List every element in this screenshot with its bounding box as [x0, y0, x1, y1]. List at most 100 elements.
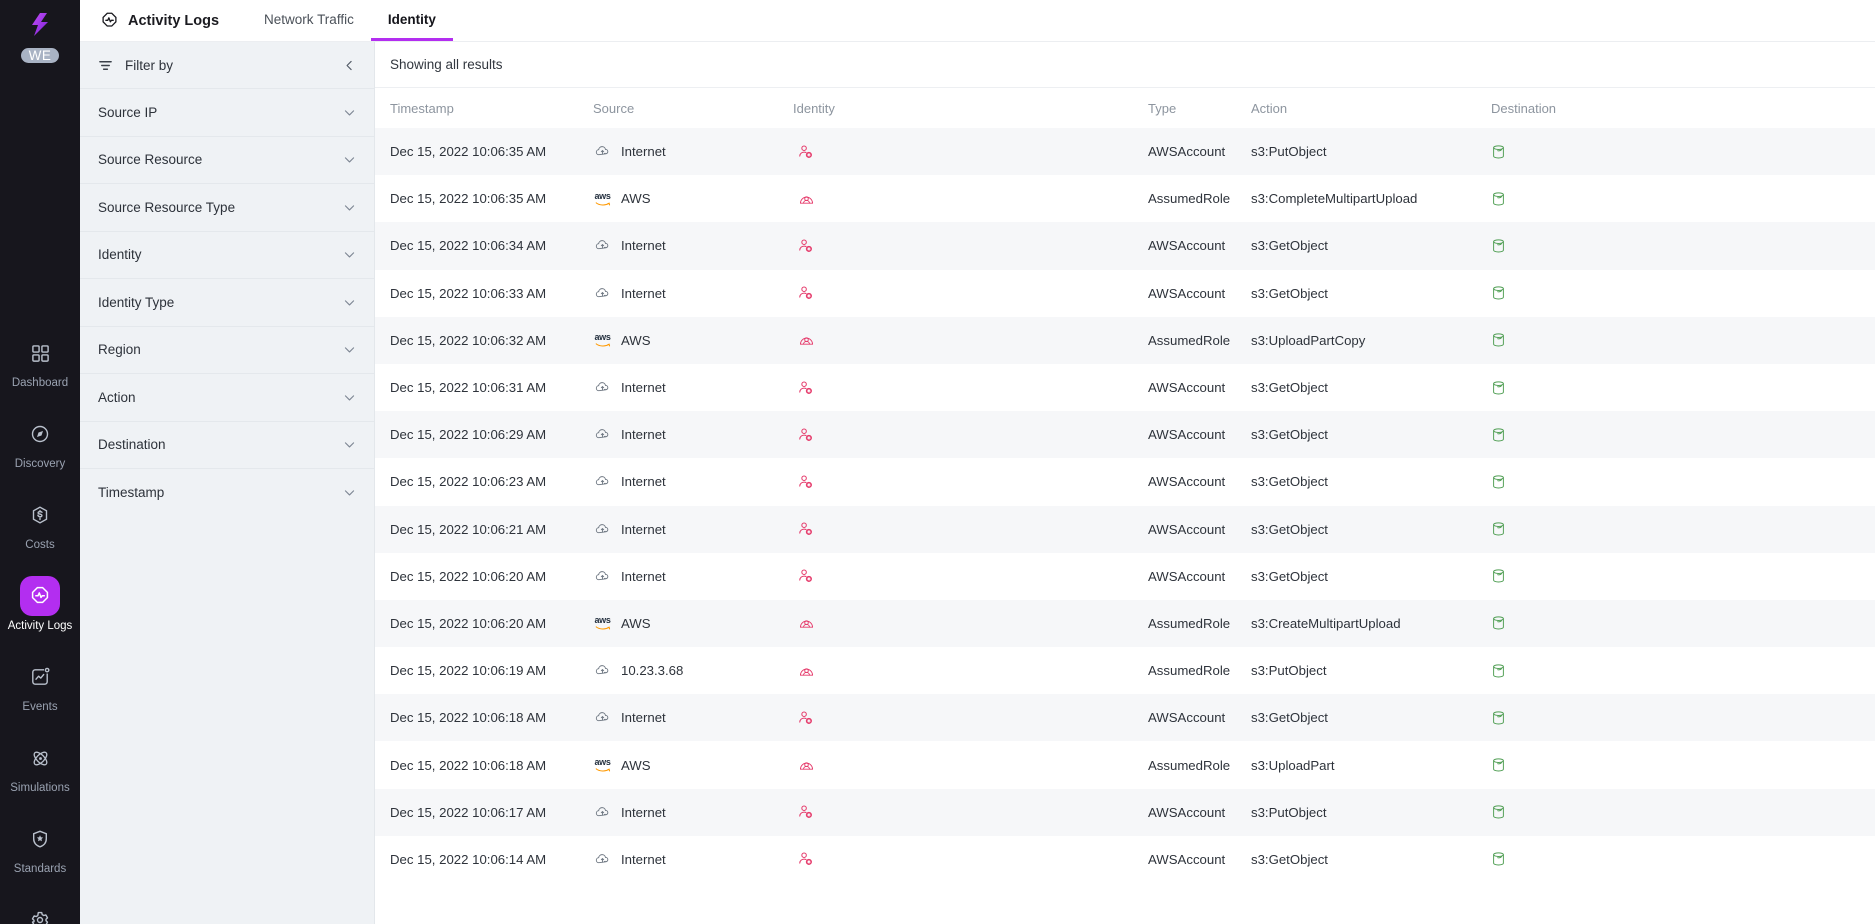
table-row[interactable]: Dec 15, 2022 10:06:20 AM aws AWS AssumedRol…: [375, 599, 1875, 648]
cell-destination: [1491, 238, 1791, 254]
sidebar-label: Dashboard: [11, 377, 69, 389]
cell-action: s3:PutObject: [1251, 663, 1327, 679]
cell-source: Internet: [593, 569, 793, 584]
s3-bucket-icon: [1491, 757, 1506, 773]
activity-icon: [20, 576, 60, 616]
cell-action: s3:GetObject: [1251, 851, 1328, 867]
tab-network-traffic[interactable]: Network Traffic: [247, 0, 371, 41]
sidebar-item-simulations[interactable]: Simulations: [0, 738, 80, 794]
table-row[interactable]: Dec 15, 2022 10:06:32 AM aws AWS AssumedRol…: [375, 316, 1875, 364]
user-gear-icon: [793, 238, 819, 254]
cell-identity: [793, 144, 1148, 160]
table-row[interactable]: Dec 15, 2022 10:06:33 AM Internet AWSAccou…: [375, 270, 1875, 317]
cell-type: AssumedRole: [1148, 663, 1231, 679]
cell-action: s3:UploadPart: [1251, 757, 1335, 773]
column-header-destination[interactable]: Destination: [1491, 101, 1791, 116]
column-header-type[interactable]: Type: [1148, 101, 1251, 116]
filter-item-destination[interactable]: Destination: [80, 420, 374, 469]
filter-item-identity-type[interactable]: Identity Type: [80, 278, 374, 326]
results-status: Showing all results: [375, 42, 1875, 88]
avatar[interactable]: WE: [21, 48, 59, 63]
sidebar-item-activity-logs[interactable]: Activity Logs: [0, 576, 80, 632]
table-row[interactable]: Dec 15, 2022 10:06:34 AM Internet AWSAccou…: [375, 222, 1875, 270]
cell-timestamp: Dec 15, 2022 10:06:33 AM: [390, 285, 547, 301]
s3-bucket-icon: [1491, 521, 1506, 537]
app-logo-icon[interactable]: [18, 10, 62, 40]
cloud-internet-icon: [593, 474, 612, 489]
sidebar-item-dashboard[interactable]: Dashboard: [0, 333, 80, 389]
column-header-action[interactable]: Action: [1251, 101, 1491, 116]
gear-icon: [20, 900, 60, 924]
column-header-identity[interactable]: Identity: [793, 101, 1148, 116]
s3-bucket-icon: [1491, 144, 1506, 160]
user-gear-icon: [793, 474, 819, 490]
cell-type: AssumedRole: [1148, 191, 1231, 207]
table-row[interactable]: Dec 15, 2022 10:06:17 AM Internet AWSAccou…: [375, 788, 1875, 836]
chevron-down-icon: [343, 391, 356, 404]
sidebar-item-more[interactable]: More: [0, 900, 80, 924]
table-row[interactable]: Dec 15, 2022 10:06:21 AM Internet AWSAccou…: [375, 505, 1875, 553]
cell-source: aws AWS: [593, 191, 793, 206]
filter-label: Timestamp: [98, 484, 165, 500]
body: Filter by Source IP Source Resource Sour…: [80, 42, 1875, 924]
cell-timestamp: Dec 15, 2022 10:06:18 AM: [390, 710, 547, 726]
cell-destination: [1491, 568, 1791, 584]
sidebar-item-costs[interactable]: Costs: [0, 495, 80, 551]
s3-bucket-icon: [1491, 804, 1506, 820]
cell-type: AssumedRole: [1148, 332, 1231, 348]
cell-destination: [1491, 285, 1791, 301]
column-header-timestamp[interactable]: Timestamp: [375, 101, 593, 116]
source-label: Internet: [621, 285, 666, 301]
sidebar-item-standards[interactable]: Standards: [0, 819, 80, 875]
table-row[interactable]: Dec 15, 2022 10:06:23 AM Internet AWSAccou…: [375, 458, 1875, 505]
cell-source: Internet: [593, 710, 793, 725]
cell-timestamp: Dec 15, 2022 10:06:18 AM: [390, 757, 547, 773]
table-row[interactable]: Dec 15, 2022 10:06:31 AM Internet AWSAccou…: [375, 364, 1875, 411]
filter-item-source-resource-type[interactable]: Source Resource Type: [80, 183, 374, 231]
table-row[interactable]: Dec 15, 2022 10:06:14 AM Internet AWSAccou…: [375, 836, 1875, 883]
chevron-left-icon[interactable]: [343, 59, 356, 72]
cell-type: AWSAccount: [1148, 521, 1226, 537]
user-gear-icon: [793, 427, 819, 443]
filter-item-action[interactable]: Action: [80, 373, 374, 421]
cell-timestamp: Dec 15, 2022 10:06:21 AM: [390, 521, 547, 537]
s3-bucket-icon: [1491, 380, 1506, 396]
cell-type: AWSAccount: [1148, 144, 1226, 160]
cell-source: aws AWS: [593, 758, 793, 773]
cell-type: AWSAccount: [1148, 804, 1226, 820]
table-row[interactable]: Dec 15, 2022 10:06:35 AM Internet AWSAccou…: [375, 128, 1875, 176]
user-gear-icon: [793, 568, 819, 584]
cell-action: s3:CompleteMultipartUpload: [1251, 191, 1418, 207]
column-header-source[interactable]: Source: [593, 101, 793, 116]
sidebar-item-discovery[interactable]: Discovery: [0, 414, 80, 470]
cell-destination: [1491, 144, 1791, 160]
table-row[interactable]: Dec 15, 2022 10:06:20 AM Internet AWSAccou…: [375, 553, 1875, 600]
table-row[interactable]: Dec 15, 2022 10:06:29 AM Internet AWSAccou…: [375, 411, 1875, 459]
table-row[interactable]: Dec 15, 2022 10:06:18 AM Internet AWSAccou…: [375, 694, 1875, 742]
cloud-internet-icon: [593, 710, 612, 725]
filter-by-label: Filter by: [125, 57, 174, 73]
table-row[interactable]: Dec 15, 2022 10:06:35 AM aws AWS AssumedRol…: [375, 175, 1875, 222]
source-label: Internet: [621, 144, 666, 160]
sidebar-item-events[interactable]: Events: [0, 657, 80, 713]
filter-item-timestamp[interactable]: Timestamp: [80, 468, 374, 516]
cell-source: aws AWS: [593, 333, 793, 348]
cell-identity: [793, 710, 1148, 726]
filter-item-source-resource[interactable]: Source Resource: [80, 135, 374, 184]
cell-destination: [1491, 474, 1791, 490]
table-row[interactable]: Dec 15, 2022 10:06:19 AM 10.23.3.68 Assume…: [375, 647, 1875, 694]
filter-label: Source Resource: [98, 152, 203, 168]
source-label: AWS: [621, 191, 651, 207]
results-area: Showing all results Timestamp Source Ident…: [375, 42, 1875, 924]
filter-item-region[interactable]: Region: [80, 325, 374, 374]
filter-item-source-ip[interactable]: Source IP: [80, 88, 374, 136]
cloud-internet-icon: [593, 238, 612, 253]
filter-item-identity[interactable]: Identity: [80, 230, 374, 279]
cloud-internet-icon: [593, 663, 612, 678]
filter-panel: Filter by Source IP Source Resource Sour…: [80, 42, 375, 924]
avatar-initials: WE: [28, 48, 52, 63]
tab-identity[interactable]: Identity: [370, 0, 453, 41]
table-row[interactable]: Dec 15, 2022 10:06:18 AM aws AWS AssumedRol…: [375, 741, 1875, 788]
cell-identity: [793, 804, 1148, 820]
aws-icon: aws: [593, 616, 612, 630]
